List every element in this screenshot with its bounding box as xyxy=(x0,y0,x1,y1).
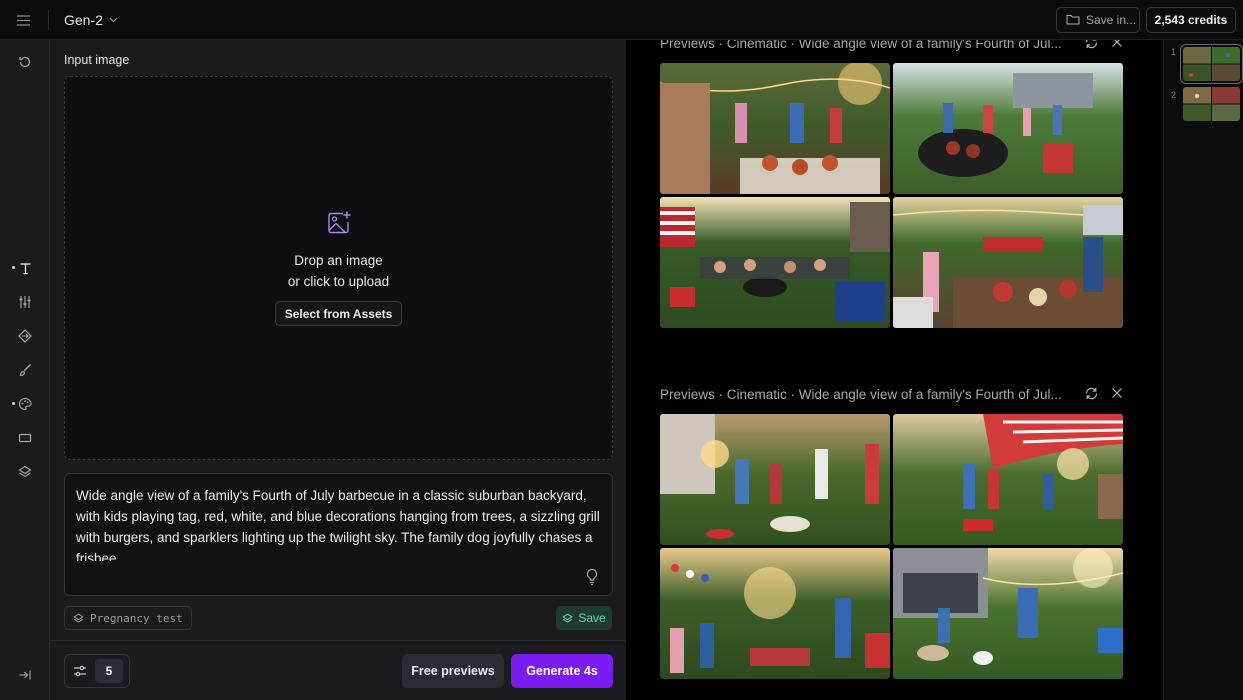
camera-motion-button[interactable] xyxy=(0,321,50,351)
preview-group-header: Previews · Cinematic · Wide angle view o… xyxy=(660,383,1130,405)
preview-group-header: Previews · Cinematic · Wide angle view o… xyxy=(660,40,1130,54)
preview-image[interactable] xyxy=(893,63,1123,194)
history-button[interactable] xyxy=(0,47,50,77)
preview-header-text: Previews · Cinematic · Wide angle view o… xyxy=(660,386,1062,402)
generation-panel: Input image Drop an image or click to up… xyxy=(50,40,626,700)
history-icon xyxy=(19,56,31,68)
prompt-text[interactable]: Wide angle view of a family's Fourth of … xyxy=(76,485,604,561)
preview-area: Previews · Cinematic · Wide angle view o… xyxy=(626,40,1163,700)
top-bar: Gen-2 Save in... 2,543 credits xyxy=(0,0,1243,40)
hamburger-icon[interactable] xyxy=(15,12,31,28)
palette-icon xyxy=(19,397,32,411)
preview-count-control[interactable]: 5 xyxy=(64,654,130,688)
preview-image[interactable] xyxy=(660,63,890,194)
history-thumbnail[interactable] xyxy=(1183,87,1240,121)
topbar-divider xyxy=(48,10,49,30)
preview-grid xyxy=(660,414,1123,680)
sliders-icon xyxy=(19,296,31,308)
save-in-label: Save in... xyxy=(1086,13,1137,27)
strip-index: 2 xyxy=(1171,90,1177,100)
free-previews-button[interactable]: Free previews xyxy=(402,654,504,688)
history-thumbnail[interactable] xyxy=(1180,44,1243,84)
collapse-icon xyxy=(19,670,31,680)
folder-icon xyxy=(1066,13,1080,28)
lightbulb-icon[interactable] xyxy=(585,568,599,586)
active-dot xyxy=(12,266,15,269)
click-upload-text: or click to upload xyxy=(287,274,390,289)
preset-label: Pregnancy test xyxy=(90,611,183,625)
select-from-assets-button[interactable]: Select from Assets xyxy=(274,301,403,326)
close-icon[interactable] xyxy=(1110,386,1124,400)
input-image-label: Input image xyxy=(64,53,130,67)
preview-grid xyxy=(660,63,1123,329)
active-dot xyxy=(12,402,15,405)
settings-sliders-icon xyxy=(74,665,86,677)
preview-image[interactable] xyxy=(893,548,1123,679)
generate-button[interactable]: Generate 4s xyxy=(511,654,613,688)
adjust-button[interactable] xyxy=(0,287,50,317)
strip-index: 1 xyxy=(1171,47,1177,57)
style-button[interactable] xyxy=(0,389,50,419)
layers-icon xyxy=(73,613,84,623)
motion-brush-button[interactable] xyxy=(0,355,50,385)
history-strip: 1 2 xyxy=(1163,40,1243,700)
refresh-icon[interactable] xyxy=(1084,386,1099,401)
preset-chip[interactable]: Pregnancy test xyxy=(64,606,192,630)
image-upload-icon xyxy=(327,211,350,234)
aspect-ratio-button[interactable] xyxy=(0,423,50,453)
tool-rail xyxy=(0,40,50,700)
collapse-panel-button[interactable] xyxy=(0,660,50,690)
preview-count-value: 5 xyxy=(95,659,123,683)
layers-icon xyxy=(562,613,574,623)
text-icon xyxy=(20,262,30,274)
prompt-textarea[interactable]: Wide angle view of a family's Fourth of … xyxy=(64,473,613,596)
save-preset-button[interactable]: Save xyxy=(556,606,612,630)
layers-icon xyxy=(18,465,32,478)
motion-brush-icon xyxy=(19,364,31,377)
drop-image-text: Drop an image xyxy=(294,253,383,268)
preview-image[interactable] xyxy=(893,197,1123,328)
close-icon[interactable] xyxy=(1110,40,1124,49)
presets-button[interactable] xyxy=(0,457,50,487)
credits-button[interactable]: 2,543 credits xyxy=(1146,7,1236,33)
save-label: Save xyxy=(578,611,606,625)
panel-divider xyxy=(50,640,626,641)
save-in-button[interactable]: Save in... xyxy=(1056,7,1140,33)
chevron-down-icon xyxy=(109,15,118,26)
model-name: Gen-2 xyxy=(64,12,103,28)
preview-image[interactable] xyxy=(660,197,890,328)
camera-motion-icon xyxy=(18,329,32,343)
image-dropzone[interactable]: Drop an image or click to upload Select … xyxy=(64,76,613,460)
aspect-ratio-icon xyxy=(18,433,32,443)
text-tool-button[interactable] xyxy=(0,253,50,283)
preview-image[interactable] xyxy=(660,414,890,545)
preview-header-text: Previews · Cinematic · Wide angle view o… xyxy=(660,40,1062,51)
preview-image[interactable] xyxy=(660,548,890,679)
preview-image[interactable] xyxy=(893,414,1123,545)
refresh-icon[interactable] xyxy=(1084,40,1099,50)
model-selector[interactable]: Gen-2 xyxy=(64,10,118,30)
